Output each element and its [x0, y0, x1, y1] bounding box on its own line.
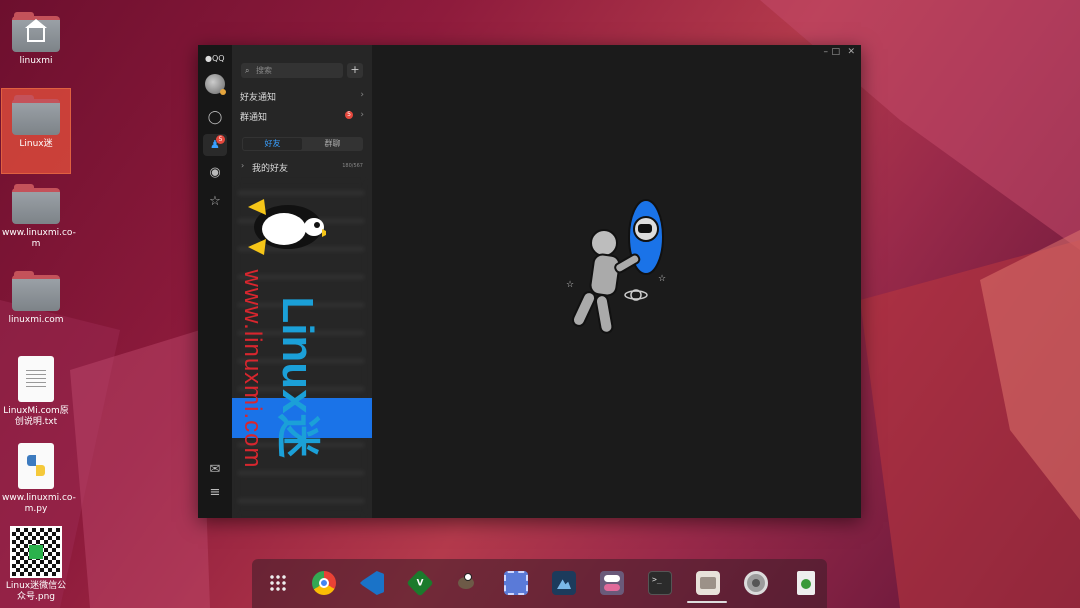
vim-icon[interactable]: V — [406, 569, 434, 597]
penguin-icon: ● — [205, 54, 212, 63]
terminal-icon[interactable]: >_ — [648, 571, 672, 595]
text-file-icon — [18, 356, 54, 402]
watermark: www.linuxmi.com Linux迷 — [232, 195, 372, 495]
settings-icon[interactable] — [744, 571, 768, 595]
favorites-icon[interactable]: ☆ — [206, 193, 224, 211]
friend-group-count: 180/567 — [342, 163, 363, 169]
watermark-url: www.linuxmi.com — [239, 269, 266, 469]
desktop-icon-home[interactable]: linuxmi — [2, 6, 70, 67]
minimize-icon[interactable]: – — [824, 47, 829, 57]
folder-icon — [12, 95, 60, 135]
desktop-icon-linuxmi-folder[interactable]: Linux迷 — [1, 88, 71, 174]
friend-group-name: 我的好友 — [252, 164, 289, 174]
messages-icon[interactable]: ◯ — [206, 109, 224, 127]
running-indicator — [687, 601, 727, 603]
desktop-icon-linuxmi-com-folder[interactable]: www.linuxmi.co-m — [2, 178, 76, 250]
desktop-icon-py-file[interactable]: www.linuxmi.co-m.py — [2, 439, 76, 515]
chrome-icon[interactable] — [312, 571, 336, 595]
chevron-right-icon: › — [360, 90, 364, 100]
tab-friends[interactable]: 好友 — [243, 138, 302, 150]
app-title: QQ — [211, 54, 225, 63]
desktop-icon-label: Linux迷 — [19, 139, 53, 149]
contacts-tab[interactable]: ♟ 5 — [203, 134, 227, 156]
tab-groups[interactable]: 群聊 — [303, 138, 362, 150]
svg-text:☆: ☆ — [658, 274, 666, 284]
friend-notice-label: 好友通知 — [240, 93, 277, 103]
close-icon[interactable]: ✕ — [847, 47, 855, 57]
python-file-icon — [18, 443, 54, 489]
gimp-icon[interactable] — [454, 571, 478, 595]
search-input[interactable]: ⌕ 搜索 — [241, 63, 343, 78]
friend-group-row[interactable]: › 我的好友 180/567 — [232, 158, 372, 174]
desktop-icon-label: linuxmi — [19, 56, 53, 66]
vscode-icon[interactable] — [360, 571, 384, 595]
watermark-brand: Linux迷 — [273, 296, 322, 458]
main-menu-icon[interactable]: ≡ — [206, 484, 224, 502]
trash-icon[interactable] — [797, 571, 815, 595]
search-icon: ⌕ — [245, 66, 250, 75]
home-folder-icon — [12, 12, 60, 52]
desktop-icon-label: www.linuxmi.co-m — [2, 228, 76, 249]
folder-icon — [12, 184, 60, 224]
search-placeholder: 搜索 — [256, 66, 272, 75]
contacts-badge: 5 — [216, 135, 225, 144]
folder-icon — [12, 271, 60, 311]
chevron-right-icon: › — [241, 161, 245, 170]
files-icon[interactable] — [696, 571, 720, 595]
contacts-segment-control: 好友 群聊 — [242, 137, 363, 151]
desktop-icon-qrcode-png[interactable]: Linux迷微信公众号.png — [2, 522, 70, 603]
group-notice-label: 群通知 — [240, 113, 268, 123]
image-viewer-icon[interactable] — [552, 571, 576, 595]
tweaks-icon[interactable] — [600, 571, 624, 595]
group-notice-row[interactable]: 群通知 5 › — [232, 107, 372, 123]
chat-area: – □ ✕ ☆ ☆ — [372, 45, 861, 518]
chevron-right-icon: › — [360, 110, 364, 120]
qq-sidebar-rail: ●QQ ◯ ♟ 5 ◉ ☆ ✉ ≡ — [198, 45, 232, 518]
group-notice-badge: 5 — [345, 111, 353, 119]
apps-grid-icon[interactable] — [266, 571, 290, 595]
qrcode-image — [10, 526, 62, 578]
add-button[interactable]: + — [347, 63, 363, 78]
mail-icon[interactable]: ✉ — [206, 461, 224, 479]
desktop-icon-linuxmi-com[interactable]: linuxmi.com — [2, 265, 70, 326]
desktop-icon-label: linuxmi.com — [8, 315, 64, 325]
space-icon[interactable]: ◉ — [206, 164, 224, 182]
desktop-icon-label: Linux迷微信公众号.png — [5, 581, 67, 602]
avatar[interactable] — [205, 74, 226, 95]
desktop-icon-label: LinuxMi.com原创说明.txt — [3, 406, 69, 427]
desktop-icon-txt-file[interactable]: LinuxMi.com原创说明.txt — [2, 352, 70, 428]
qq-logo: ●QQ — [205, 54, 225, 63]
dock: V >_ — [252, 559, 827, 608]
qq-window: ●QQ ◯ ♟ 5 ◉ ☆ ✉ ≡ ⌕ 搜索 + 好友通知 › 群通知 5 › — [198, 45, 861, 518]
desktop-icon-label: www.linuxmi.co-m.py — [2, 493, 76, 514]
screenshot-icon[interactable] — [504, 571, 528, 595]
tux-penguin-logo — [248, 199, 326, 255]
svg-text:☆: ☆ — [566, 280, 574, 290]
empty-state-illustration: ☆ ☆ — [566, 199, 666, 334]
friend-notice-row[interactable]: 好友通知 › — [232, 87, 372, 103]
maximize-icon[interactable]: □ — [831, 47, 840, 57]
